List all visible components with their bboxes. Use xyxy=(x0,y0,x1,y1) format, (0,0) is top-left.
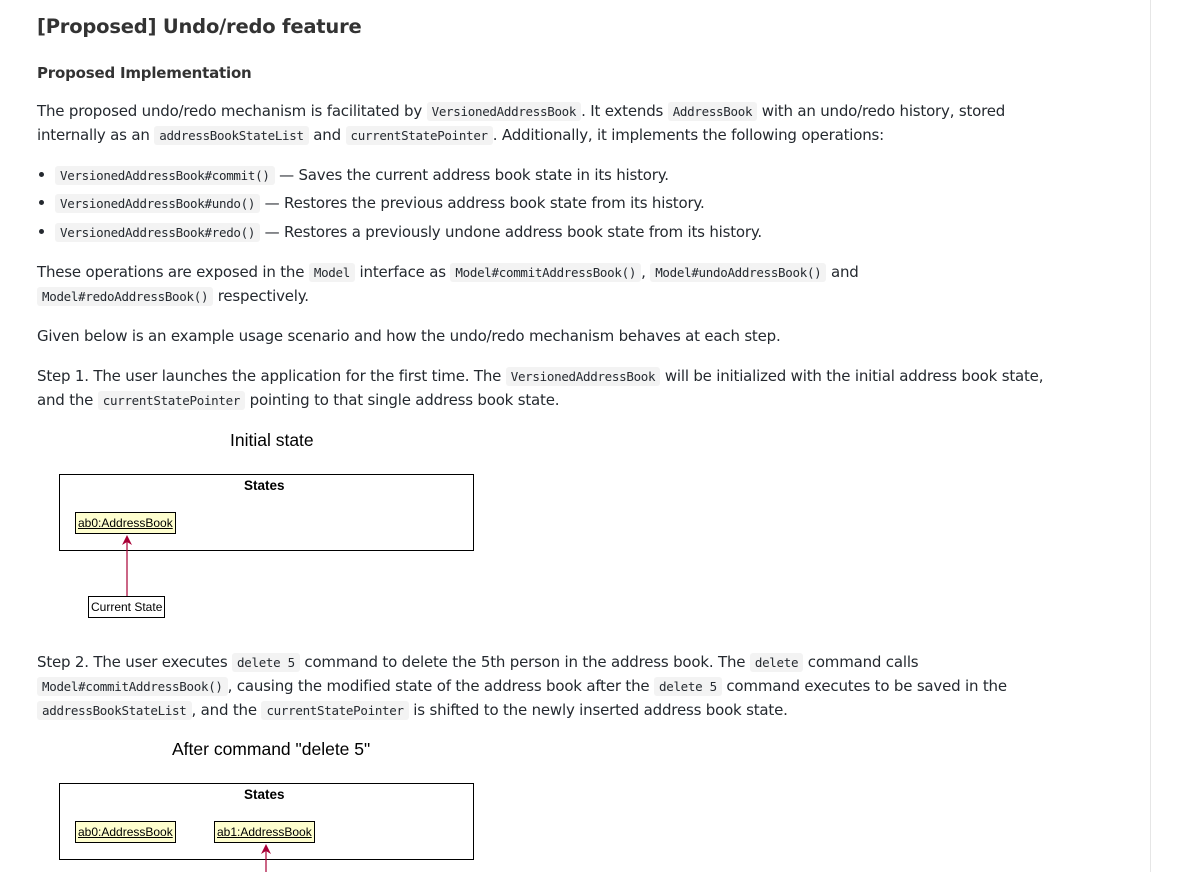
diagram2-pointer-arrow xyxy=(261,844,271,872)
page-right-border xyxy=(1150,0,1151,872)
